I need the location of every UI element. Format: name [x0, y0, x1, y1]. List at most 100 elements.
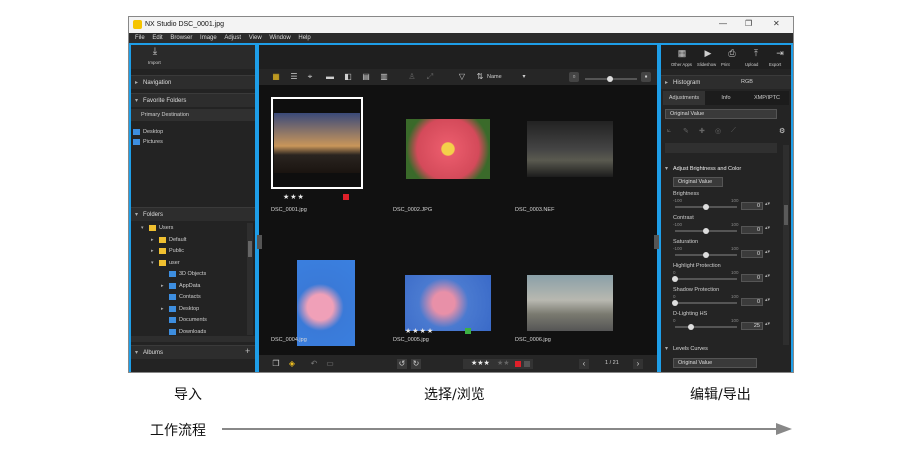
folder-tree-item[interactable]: Documents — [131, 315, 247, 326]
rotate-left-icon[interactable]: ↶ — [309, 359, 319, 369]
menu-edit[interactable]: Edit — [152, 35, 162, 41]
tab-info[interactable]: Info — [707, 91, 745, 105]
stepper-icon[interactable]: ▴▾ — [765, 273, 770, 279]
sort-icon[interactable]: ⇅ — [475, 72, 485, 82]
thumbnail-cell[interactable]: ★★★ DSC_0001.jpg — [271, 97, 381, 217]
menu-browser[interactable]: Browser — [170, 35, 192, 41]
photo-thumbnail[interactable] — [405, 275, 491, 331]
folder-tree-item[interactable]: ▸ Desktop — [131, 304, 247, 315]
slider-value-field[interactable]: 25 — [741, 322, 763, 330]
slider-track[interactable] — [675, 302, 737, 304]
rating-empty-stars[interactable]: ★★ — [497, 359, 510, 367]
expand-arrow-icon[interactable]: ▸ — [161, 306, 164, 312]
slider-knob[interactable] — [703, 228, 709, 234]
stack-icon[interactable]: ❐ — [271, 359, 281, 369]
thumbnail-cell[interactable]: DSC_0002.JPG — [393, 97, 503, 217]
levels-preset-dropdown[interactable]: Original Value — [673, 358, 757, 368]
left-panel-toggle[interactable] — [257, 235, 262, 249]
photo-thumbnail[interactable] — [527, 121, 613, 177]
brush-icon[interactable]: ✎ — [683, 127, 689, 135]
favorite-pictures[interactable]: Pictures — [143, 139, 163, 145]
slider-knob[interactable] — [687, 324, 694, 330]
straighten-icon[interactable]: ⟋ — [731, 127, 736, 135]
export-icon[interactable]: ⇥ — [775, 48, 785, 58]
restore-button[interactable]: ❐ — [745, 19, 752, 28]
people-icon[interactable]: ♙ — [407, 72, 417, 82]
stepper-icon[interactable]: ▴▾ — [765, 225, 770, 231]
section-preset-dropdown[interactable]: Original Value — [673, 177, 723, 187]
navigation-header[interactable]: ▸ Navigation — [131, 75, 255, 89]
menu-file[interactable]: File — [135, 35, 145, 41]
albums-header[interactable]: ▾ Albums — [131, 345, 255, 359]
thumbnail-cell[interactable]: DSC_0006.jpg — [515, 227, 625, 347]
zoom-out-button[interactable]: ▫ — [569, 72, 579, 82]
red-eye-icon[interactable]: ◎ — [715, 127, 721, 135]
close-button[interactable]: ✕ — [773, 19, 780, 28]
slider-value-field[interactable]: 0 — [741, 250, 763, 258]
slider-knob[interactable] — [672, 300, 678, 306]
toolbar-button[interactable]: ▦ Other Apps — [671, 45, 693, 69]
redo-icon[interactable]: ↻ — [411, 359, 421, 369]
list-view-icon[interactable]: ☰ — [289, 72, 299, 82]
slider-value-field[interactable]: 0 — [741, 202, 763, 210]
menu-help[interactable]: Help — [298, 35, 310, 41]
scrollbar-thumb[interactable] — [248, 241, 252, 257]
scrollbar-thumb[interactable] — [784, 205, 788, 225]
slider-knob[interactable] — [672, 276, 678, 282]
stepper-icon[interactable]: ▴▾ — [765, 321, 770, 327]
fullscreen-icon[interactable]: ⤢ — [425, 72, 435, 82]
minimize-button[interactable]: — — [719, 19, 727, 28]
histogram-header[interactable]: ▸ Histogram — [661, 75, 791, 89]
expand-arrow-icon[interactable]: ▸ — [161, 283, 164, 289]
compare-icon[interactable]: ▭ — [325, 359, 335, 369]
folder-tree-item[interactable]: ▸ Public — [131, 246, 247, 257]
sort-field[interactable]: Name — [487, 74, 502, 80]
sort-dropdown-icon[interactable]: ▾ — [519, 72, 529, 82]
expand-arrow-icon[interactable]: ▾ — [141, 225, 144, 231]
import-icon[interactable]: ⤓ — [150, 47, 160, 57]
print-icon[interactable]: ⎙ — [727, 48, 737, 58]
map-view-icon[interactable]: ⌖ — [305, 72, 315, 82]
red-label-icon[interactable] — [515, 361, 521, 367]
folder-tree-item[interactable]: 3D Objects — [131, 269, 247, 280]
menu-view[interactable]: View — [249, 35, 262, 41]
filter-icon[interactable]: ▽ — [457, 72, 467, 82]
primary-destination-row[interactable]: Primary Destination — [131, 109, 255, 121]
histogram-channel[interactable]: RGB — [741, 79, 753, 85]
toolbar-button[interactable]: ⎙ Print — [721, 45, 743, 69]
thumbnail-size-knob[interactable] — [607, 76, 613, 82]
other-apps-icon[interactable]: ▦ — [677, 48, 687, 58]
menu-window[interactable]: Window — [269, 35, 290, 41]
menu-adjust[interactable]: Adjust — [224, 35, 241, 41]
label-icon[interactable]: ◈ — [287, 359, 297, 369]
levels-curves-header[interactable]: ▾ Levels Curves — [661, 343, 781, 355]
tab-adjustments[interactable]: Adjustments — [663, 91, 705, 105]
undo-icon[interactable]: ↺ — [397, 359, 407, 369]
photo-thumbnail[interactable] — [274, 113, 360, 173]
panel-scrollbar[interactable] — [783, 145, 789, 345]
split-view-icon[interactable]: ▥ — [379, 72, 389, 82]
menu-image[interactable]: Image — [200, 35, 217, 41]
thumbnail-grid-icon[interactable]: ▦ — [271, 72, 281, 82]
add-album-button[interactable]: + — [245, 346, 250, 356]
favorite-folders-header[interactable]: ▾ Favorite Folders — [131, 93, 255, 107]
folder-tree-scrollbar[interactable] — [247, 223, 253, 335]
filmstrip-view-icon[interactable]: ▤ — [361, 72, 371, 82]
zoom-in-button[interactable]: ▪ — [641, 72, 651, 82]
folders-header[interactable]: ▾ Folders — [131, 207, 255, 221]
slider-value-field[interactable]: 0 — [741, 226, 763, 234]
toolbar-button[interactable]: ⇥ Export — [769, 45, 791, 69]
crop-icon[interactable]: ⟀ — [667, 127, 671, 135]
slider-knob[interactable] — [703, 252, 709, 258]
slider-value-field[interactable]: 0 — [741, 274, 763, 282]
expand-arrow-icon[interactable]: ▸ — [151, 248, 154, 254]
tab-xmp-iptc[interactable]: XMP/IPTC — [747, 91, 787, 105]
single-view-icon[interactable]: ▬ — [325, 72, 335, 82]
retouch-icon[interactable]: ✚ — [699, 127, 705, 135]
folder-tree-item[interactable]: Contacts — [131, 292, 247, 303]
thumbnail-cell[interactable]: DSC_0004.jpg — [271, 227, 381, 347]
favorite-desktop[interactable]: Desktop — [143, 129, 163, 135]
upload-icon[interactable]: ⤒ — [751, 48, 761, 58]
settings-gear-icon[interactable]: ⚙ — [779, 127, 785, 135]
slider-knob[interactable] — [703, 204, 709, 210]
